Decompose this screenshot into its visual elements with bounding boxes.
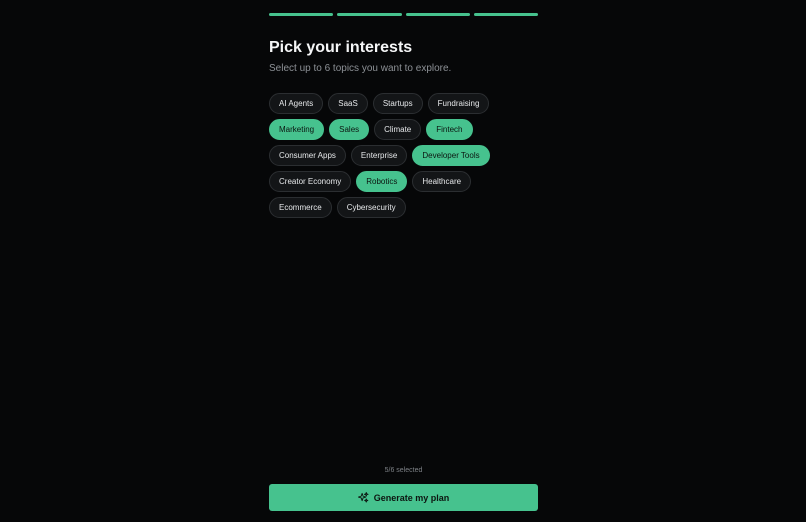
- topic-chip[interactable]: Sales: [329, 119, 370, 140]
- topic-chip[interactable]: Fundraising: [427, 93, 490, 114]
- topic-chip[interactable]: Startups: [372, 93, 423, 114]
- topic-chip[interactable]: Robotics: [356, 171, 408, 192]
- topic-chip[interactable]: Consumer Apps: [269, 145, 346, 166]
- topic-chip[interactable]: Cybersecurity: [336, 197, 406, 218]
- topic-chip[interactable]: SaaS: [328, 93, 368, 114]
- chip-row: Ecommerce Cybersecurity: [269, 197, 559, 218]
- topic-chip[interactable]: Healthcare: [412, 171, 472, 192]
- progress-step: [337, 13, 402, 16]
- interests-screen: Pick your interests Select up to 6 topic…: [0, 0, 806, 522]
- chip-row: AI Agents SaaS Startups Fundraising: [269, 93, 559, 114]
- sparkles-icon: [357, 492, 369, 503]
- page-subtitle: Select up to 6 topics you want to explor…: [269, 63, 452, 74]
- topic-chip[interactable]: Fintech: [426, 119, 473, 140]
- chip-row: Creator Economy Robotics Healthcare: [269, 171, 559, 192]
- topic-chip[interactable]: Climate: [374, 119, 422, 140]
- topic-chip[interactable]: Ecommerce: [269, 197, 332, 218]
- progress-step: [473, 13, 538, 16]
- progress-bar: [269, 13, 538, 16]
- page-title: Pick your interests: [269, 39, 413, 56]
- topic-chip[interactable]: Developer Tools: [412, 145, 490, 166]
- progress-step: [269, 13, 334, 16]
- chip-row: Marketing Sales Climate Fintech: [269, 119, 559, 140]
- topic-chip[interactable]: Creator Economy: [269, 171, 352, 192]
- topic-chip[interactable]: Enterprise: [350, 145, 408, 166]
- topic-chip-list: AI Agents SaaS Startups Fundraising Mark…: [269, 93, 559, 223]
- chip-row: Consumer Apps Enterprise Developer Tools: [269, 145, 559, 166]
- topic-chip[interactable]: AI Agents: [269, 93, 324, 114]
- selected-count: 5/6 selected: [384, 467, 423, 474]
- topic-chip[interactable]: Marketing: [269, 119, 325, 140]
- generate-plan-button[interactable]: Generate my plan: [269, 484, 538, 511]
- generate-plan-label: Generate my plan: [373, 492, 450, 503]
- progress-step: [405, 13, 470, 16]
